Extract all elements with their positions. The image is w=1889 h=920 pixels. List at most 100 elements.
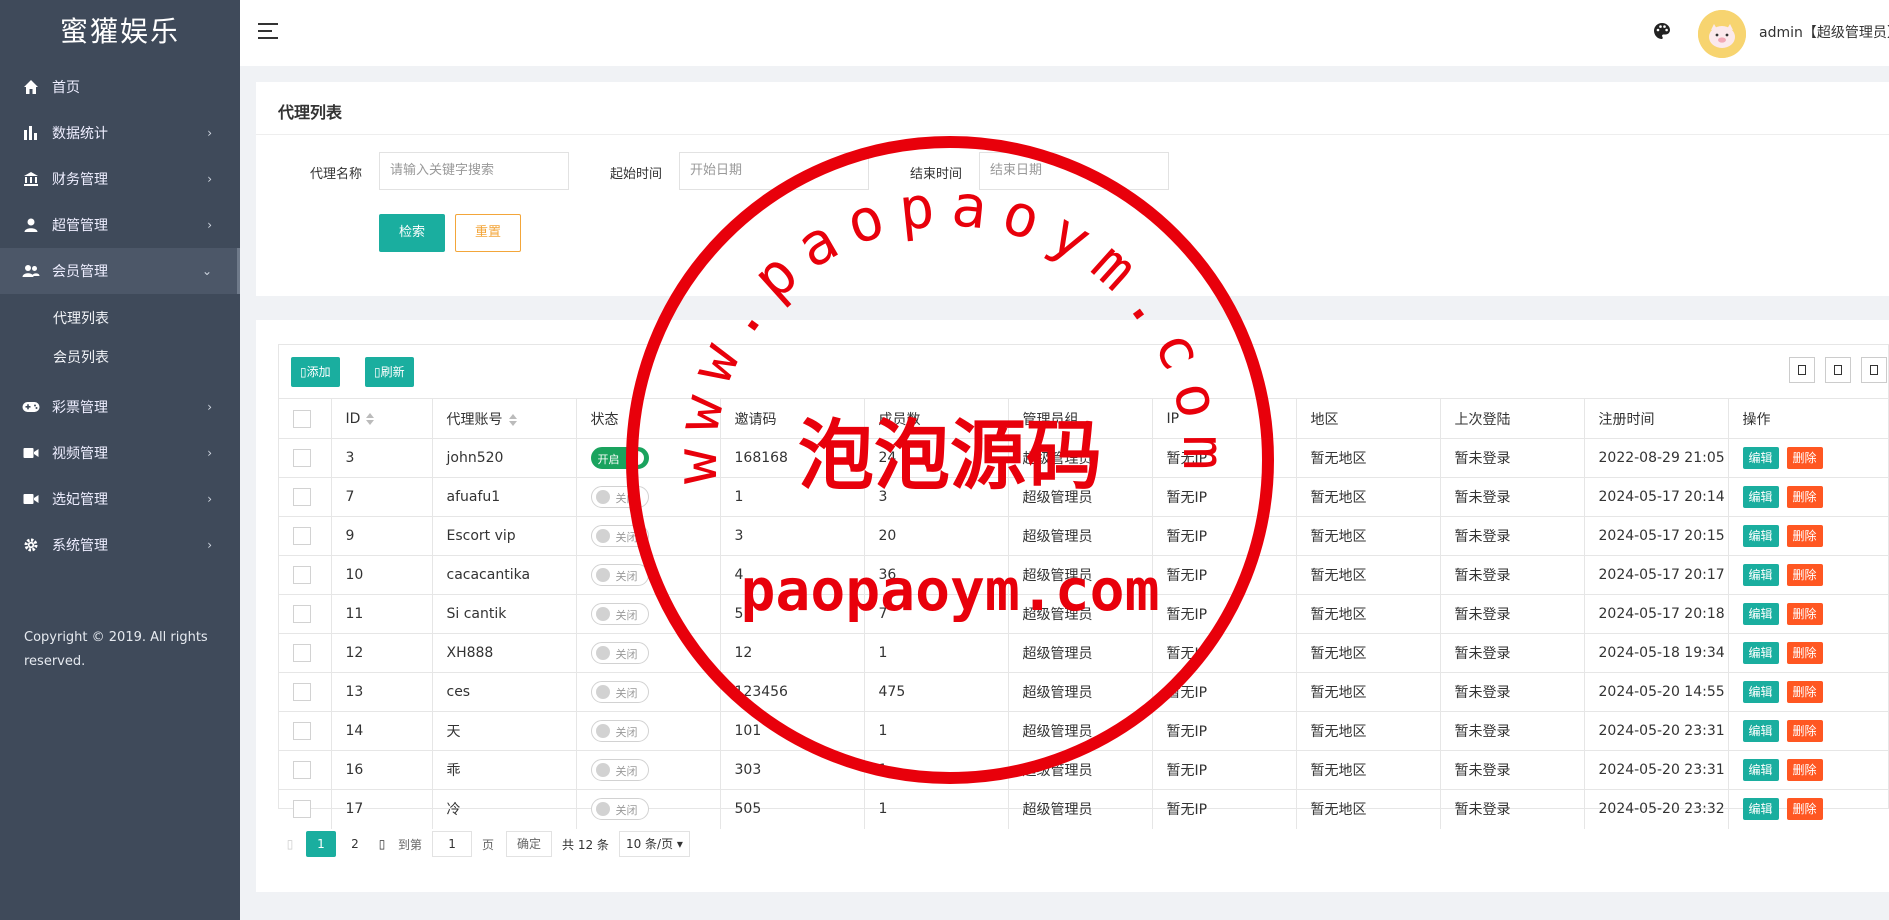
- checkbox[interactable]: [293, 527, 311, 545]
- submenu-item-agents[interactable]: 代理列表: [0, 300, 240, 339]
- refresh-button[interactable]: ▯刷新: [365, 357, 414, 387]
- sidebar-item-stats[interactable]: 数据统计 ›: [0, 110, 240, 156]
- cell-ip: 暂无IP: [1151, 789, 1296, 829]
- page-2-button[interactable]: 2: [340, 837, 370, 851]
- checkbox[interactable]: [293, 644, 311, 662]
- agent-name-label: 代理名称: [309, 167, 362, 182]
- status-toggle[interactable]: 关闭: [590, 486, 649, 508]
- edit-button[interactable]: 编辑: [1742, 486, 1779, 508]
- end-date-input[interactable]: 结束日期: [979, 152, 1169, 190]
- row-checkbox-cell[interactable]: [279, 438, 331, 478]
- search-button[interactable]: 检索: [379, 214, 445, 252]
- chevron-right-icon: ›: [207, 400, 212, 414]
- submenu-item-members[interactable]: 会员列表: [0, 339, 240, 378]
- edit-button[interactable]: 编辑: [1742, 447, 1779, 469]
- cell-invite-code: 5: [719, 594, 864, 634]
- edit-button[interactable]: 编辑: [1742, 759, 1779, 781]
- page-1-button[interactable]: 1: [306, 831, 336, 857]
- edit-button[interactable]: 编辑: [1742, 564, 1779, 586]
- members-submenu: 代理列表 会员列表: [0, 294, 240, 384]
- row-checkbox-cell[interactable]: [279, 633, 331, 673]
- edit-button[interactable]: 编辑: [1742, 525, 1779, 547]
- delete-button[interactable]: 删除: [1786, 642, 1823, 664]
- status-toggle[interactable]: 关闭: [590, 642, 649, 664]
- user-menu[interactable]: admin【超级管理员】: [1759, 22, 1889, 42]
- status-toggle[interactable]: 关闭: [590, 681, 649, 703]
- cell-reg-time: 2022-08-29 21:05: [1583, 438, 1728, 478]
- status-toggle[interactable]: 关闭: [590, 798, 649, 821]
- sort-icon[interactable]: [508, 413, 517, 426]
- row-checkbox-cell[interactable]: [279, 477, 331, 517]
- edit-button[interactable]: 编辑: [1742, 681, 1779, 703]
- checkbox[interactable]: [293, 449, 311, 467]
- status-toggle[interactable]: 开启: [590, 447, 649, 469]
- edit-button[interactable]: 编辑: [1742, 603, 1779, 625]
- row-checkbox-cell[interactable]: [279, 711, 331, 751]
- column-header-account[interactable]: 代理账号: [431, 398, 576, 439]
- status-toggle[interactable]: 关闭: [590, 564, 649, 586]
- delete-button[interactable]: 删除: [1786, 525, 1823, 547]
- print-icon[interactable]: [1861, 357, 1887, 383]
- edit-button[interactable]: 编辑: [1742, 720, 1779, 742]
- edit-button[interactable]: 编辑: [1742, 798, 1779, 821]
- sidebar-item-home[interactable]: 首页: [0, 64, 240, 110]
- row-checkbox-cell[interactable]: [279, 789, 331, 829]
- columns-icon[interactable]: [1789, 357, 1815, 383]
- sort-icon[interactable]: [366, 412, 375, 425]
- video-icon: [22, 444, 40, 462]
- sidebar-item-lottery[interactable]: 彩票管理 ›: [0, 384, 240, 430]
- next-page-button[interactable]: ▯: [370, 837, 394, 851]
- cell-region: 暂无地区: [1295, 633, 1440, 673]
- delete-button[interactable]: 删除: [1786, 486, 1823, 508]
- edit-button[interactable]: 编辑: [1742, 642, 1779, 664]
- menu-toggle-icon[interactable]: [258, 23, 278, 41]
- cell-ip: 暂无IP: [1151, 594, 1296, 634]
- checkbox[interactable]: [293, 488, 311, 506]
- sidebar-item-concubine[interactable]: 选妃管理 ›: [0, 476, 240, 522]
- row-checkbox-cell[interactable]: [279, 750, 331, 790]
- sidebar-item-finance[interactable]: 财务管理 ›: [0, 156, 240, 202]
- checkbox[interactable]: [293, 409, 311, 428]
- goto-page-input[interactable]: 1: [432, 831, 473, 857]
- delete-button[interactable]: 删除: [1786, 447, 1823, 469]
- delete-button[interactable]: 删除: [1786, 681, 1823, 703]
- sidebar-item-admins[interactable]: 超管管理 ›: [0, 202, 240, 248]
- delete-button[interactable]: 删除: [1786, 759, 1823, 781]
- palette-icon[interactable]: [1653, 22, 1673, 42]
- status-toggle[interactable]: 关闭: [590, 720, 649, 742]
- status-toggle[interactable]: 关闭: [590, 603, 649, 625]
- select-all-checkbox-cell[interactable]: [279, 398, 331, 439]
- delete-button[interactable]: 删除: [1786, 603, 1823, 625]
- checkbox[interactable]: [293, 605, 311, 623]
- status-toggle[interactable]: 关闭: [590, 525, 649, 547]
- cell-group: 超级管理员: [1007, 594, 1152, 634]
- reset-button[interactable]: 重置: [455, 214, 521, 252]
- checkbox[interactable]: [293, 800, 311, 819]
- checkbox[interactable]: [293, 683, 311, 701]
- chevron-right-icon: ›: [207, 538, 212, 552]
- status-toggle[interactable]: 关闭: [590, 759, 649, 781]
- row-checkbox-cell[interactable]: [279, 672, 331, 712]
- row-checkbox-cell[interactable]: [279, 555, 331, 595]
- sidebar-item-members[interactable]: 会员管理 ⌄: [0, 248, 240, 294]
- delete-button[interactable]: 删除: [1786, 564, 1823, 586]
- sidebar-item-system[interactable]: 系统管理 ›: [0, 522, 240, 568]
- avatar[interactable]: [1698, 10, 1746, 58]
- delete-button[interactable]: 删除: [1786, 720, 1823, 742]
- row-checkbox-cell[interactable]: [279, 516, 331, 556]
- prev-page-button[interactable]: ▯: [278, 837, 302, 851]
- agent-name-input[interactable]: 请输入关键字搜索: [379, 152, 569, 190]
- column-header-id[interactable]: ID: [330, 398, 432, 439]
- sidebar-item-video[interactable]: 视频管理 ›: [0, 430, 240, 476]
- checkbox[interactable]: [293, 761, 311, 779]
- goto-confirm-button[interactable]: 确定: [506, 831, 553, 857]
- checkbox[interactable]: [293, 722, 311, 740]
- export-icon[interactable]: [1825, 357, 1851, 383]
- checkbox[interactable]: [293, 566, 311, 584]
- cell-group: 超级管理员: [1007, 672, 1152, 712]
- add-button[interactable]: ▯添加: [291, 357, 340, 387]
- delete-button[interactable]: 删除: [1786, 798, 1823, 821]
- page-size-select[interactable]: 10 条/页 ▾: [618, 831, 690, 857]
- start-date-input[interactable]: 开始日期: [679, 152, 869, 190]
- row-checkbox-cell[interactable]: [279, 594, 331, 634]
